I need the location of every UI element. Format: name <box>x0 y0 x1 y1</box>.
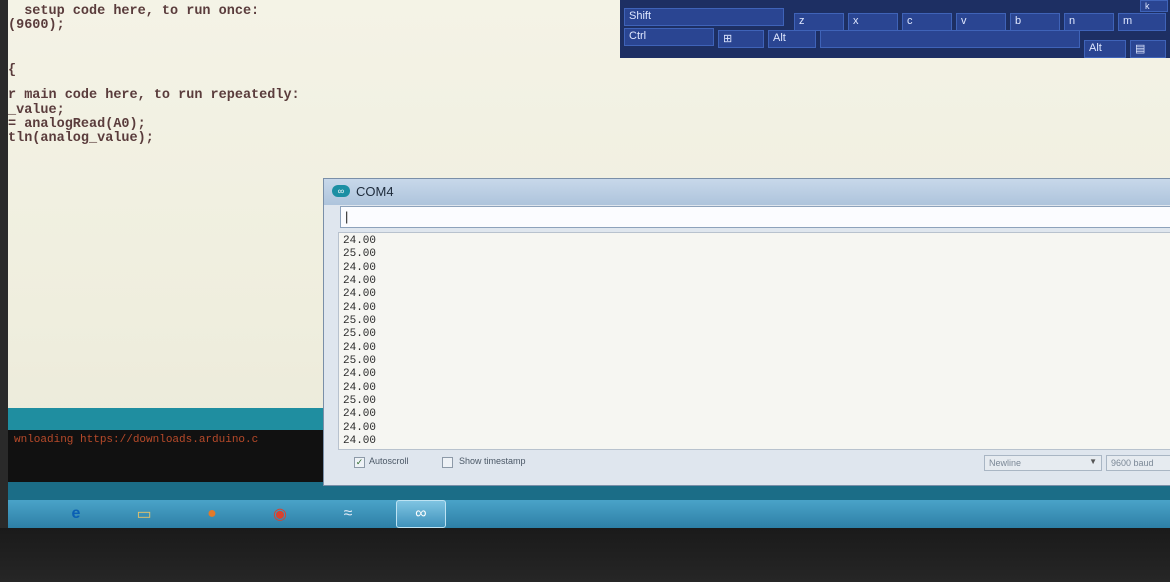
screen: setup code here, to run once: (9600); { … <box>8 0 1170 528</box>
key-c[interactable]: c <box>902 13 952 31</box>
output-line: 24.00 <box>343 261 377 274</box>
output-line: 24.00 <box>343 301 377 314</box>
on-screen-keyboard: Shift z x c v b n m k Ctrl ⊞ Alt Alt ▤ <box>620 0 1170 58</box>
key-m[interactable]: m <box>1118 13 1166 31</box>
key-k[interactable]: k <box>1140 0 1168 12</box>
windows-key-icon[interactable]: ⊞ <box>718 30 764 48</box>
show-timestamp-checkbox[interactable] <box>442 457 453 468</box>
autoscroll-checkbox[interactable]: ✓ <box>354 457 365 468</box>
ie-icon[interactable]: e <box>48 501 104 527</box>
output-line: 24.00 <box>343 435 377 448</box>
autoscroll-label: Autoscroll <box>369 456 409 466</box>
output-line: 24.00 <box>343 275 377 288</box>
key-ctrl[interactable]: Ctrl <box>624 28 714 46</box>
arduino-icon[interactable]: ∞ <box>396 500 446 528</box>
output-line: 24.00 <box>343 408 377 421</box>
key-x[interactable]: x <box>848 13 898 31</box>
key-n[interactable]: n <box>1064 13 1114 31</box>
key-v[interactable]: v <box>956 13 1006 31</box>
output-line: 25.00 <box>343 395 377 408</box>
key-alt[interactable]: Alt <box>768 30 816 48</box>
network-icon[interactable]: ≈ <box>320 501 376 527</box>
key-z[interactable]: z <box>794 13 844 31</box>
serial-monitor-footer: ✓ Autoscroll Show timestamp Newline ▼ 96… <box>338 453 1170 475</box>
output-line: 24.00 <box>343 235 377 247</box>
monitor-bezel-bottom <box>0 528 1170 582</box>
baud-rate-select[interactable]: 9600 baud <box>1106 455 1170 471</box>
output-line: 24.00 <box>343 368 377 381</box>
key-menu-icon[interactable]: ▤ <box>1130 40 1166 58</box>
media-player-icon[interactable]: ● <box>184 501 240 527</box>
output-line: 24.00 <box>343 381 377 394</box>
output-line: 24.00 <box>343 341 377 354</box>
folder-icon[interactable]: ▭ <box>116 501 172 527</box>
serial-send-input[interactable]: | <box>340 206 1170 228</box>
chevron-down-icon: ▼ <box>1089 457 1097 466</box>
code-line: r main code here, to run repeatedly: <box>8 88 300 103</box>
code-line: { <box>8 63 17 78</box>
line-ending-select[interactable]: Newline ▼ <box>984 455 1102 471</box>
output-line: 24.00 <box>343 288 377 301</box>
key-b[interactable]: b <box>1010 13 1060 31</box>
code-line: (9600); <box>8 18 65 33</box>
code-line: = analogRead(A0); <box>8 117 146 132</box>
window-title: COM4 <box>356 184 394 199</box>
output-line: 25.00 <box>343 355 377 368</box>
code-line: tln(analog_value); <box>8 131 154 146</box>
ide-status-bar <box>8 408 328 430</box>
code-line: _value; <box>8 103 65 118</box>
ide-console: wnloading https://downloads.arduino.c <box>8 430 328 482</box>
output-line: 24.00 <box>343 421 377 434</box>
show-timestamp-label: Show timestamp <box>459 456 526 466</box>
monitor-bezel-left <box>0 0 8 528</box>
serial-monitor-window: ∞ COM4 | 24.00 25.00 24.00 24.00 24.00 2… <box>323 178 1170 486</box>
serial-monitor-titlebar[interactable]: ∞ COM4 <box>324 179 1170 205</box>
code-line: setup code here, to run once: <box>8 4 260 19</box>
output-line: 25.00 <box>343 315 377 328</box>
taskbar: e ▭ ● ◉ ≈ ∞ <box>8 500 1170 528</box>
baud-rate-value: 9600 baud <box>1111 458 1154 468</box>
serial-output[interactable]: 24.00 25.00 24.00 24.00 24.00 24.00 25.0… <box>338 232 1170 450</box>
output-line: 25.00 <box>343 328 377 341</box>
line-ending-value: Newline <box>989 458 1022 468</box>
arduino-icon: ∞ <box>332 185 350 197</box>
output-line: 25.00 <box>343 248 377 261</box>
key-alt-right[interactable]: Alt <box>1084 40 1126 58</box>
chrome-icon[interactable]: ◉ <box>252 501 308 527</box>
key-space[interactable] <box>820 30 1080 48</box>
key-shift[interactable]: Shift <box>624 8 784 26</box>
